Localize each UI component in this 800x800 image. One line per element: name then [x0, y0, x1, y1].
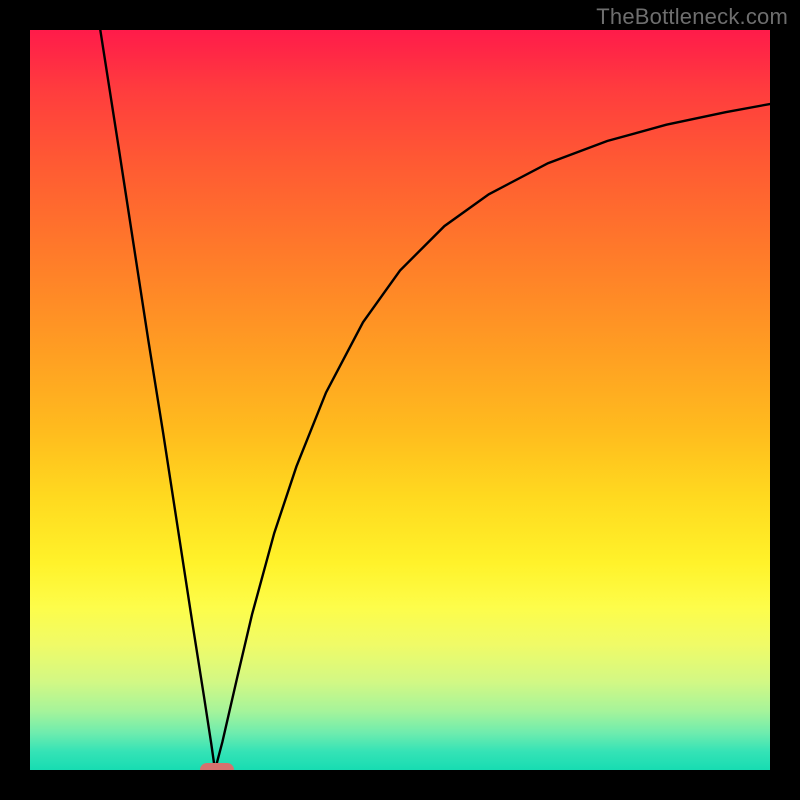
curve-left-branch [100, 30, 215, 770]
plot-area [30, 30, 770, 770]
watermark-text: TheBottleneck.com [596, 4, 788, 30]
notch-marker [200, 763, 234, 770]
curve-right-branch [215, 104, 770, 770]
bottleneck-curve [30, 30, 770, 770]
chart-frame: TheBottleneck.com [0, 0, 800, 800]
